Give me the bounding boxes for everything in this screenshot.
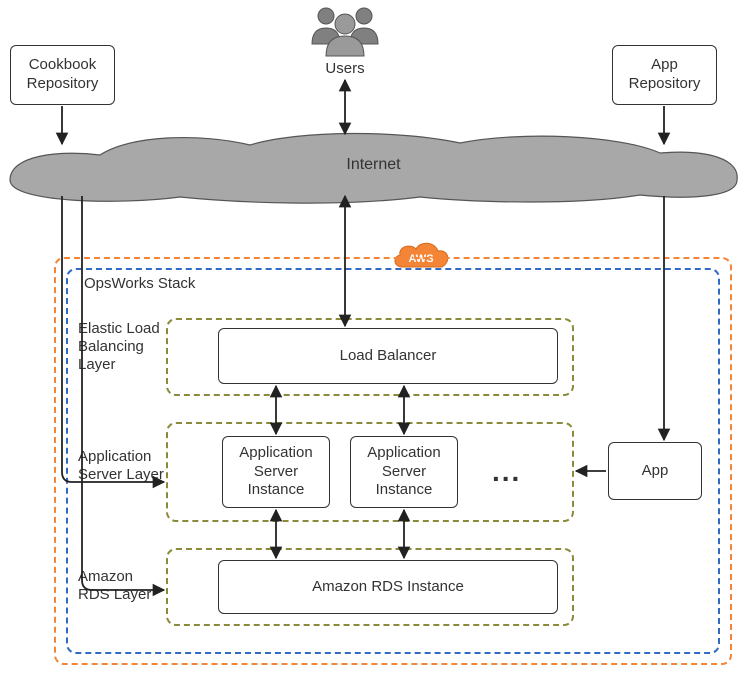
- arrow-internet-rdslayer: [82, 196, 164, 590]
- arrows-layer: [0, 0, 747, 682]
- arrow-internet-applayer: [62, 196, 164, 482]
